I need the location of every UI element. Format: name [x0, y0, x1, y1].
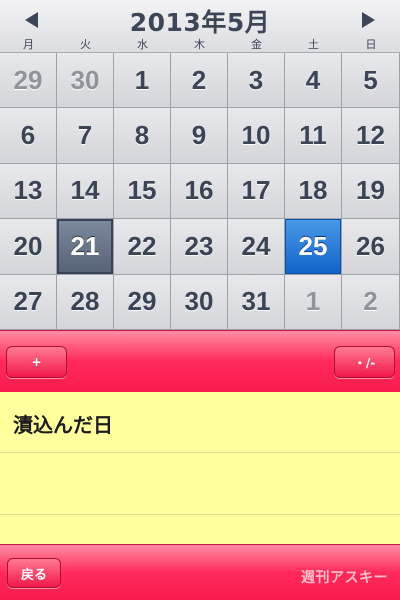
- calendar-day[interactable]: 29: [114, 274, 171, 330]
- calendar-day[interactable]: 7: [57, 108, 114, 164]
- calendar-day[interactable]: 1: [114, 53, 171, 109]
- calendar-day[interactable]: 2: [342, 274, 400, 330]
- weekday-label: 月: [23, 38, 34, 51]
- calendar-day[interactable]: 30: [171, 274, 228, 330]
- calendar-day[interactable]: 14: [57, 163, 114, 220]
- weekday-label: 水: [137, 38, 148, 51]
- calendar-day[interactable]: 12: [342, 108, 400, 164]
- weekday-label: 木: [194, 38, 205, 51]
- calendar-day[interactable]: 11: [285, 108, 342, 164]
- calendar-day[interactable]: 10: [228, 108, 285, 164]
- calendar-day[interactable]: 26: [342, 219, 400, 275]
- calendar-day[interactable]: 17: [228, 163, 285, 220]
- calendar-day[interactable]: 15: [114, 163, 171, 220]
- calendar-day[interactable]: 4: [285, 53, 342, 109]
- calendar-day[interactable]: 8: [114, 108, 171, 164]
- calendar-day[interactable]: 20: [0, 219, 57, 275]
- weekday-row: 月 火 水 木 金 土 日: [0, 38, 400, 52]
- edit-button[interactable]: ・/-: [334, 346, 395, 378]
- weekday-label: 金: [251, 38, 262, 51]
- weekday-label: 火: [80, 38, 91, 51]
- month-title: 2013年5月: [129, 8, 271, 37]
- calendar-day-today[interactable]: 21: [57, 219, 114, 275]
- calendar-day[interactable]: 19: [342, 163, 400, 220]
- calendar-grid: 29 30 1 2 3 4 5 6 7 8 9 10 11 12 13 14 1…: [0, 53, 400, 330]
- calendar-day[interactable]: 24: [228, 219, 285, 275]
- calendar-header: 2013年5月 月 火 水 木 金 土 日: [0, 0, 400, 53]
- watermark-logo: 週刊アスキー: [301, 570, 388, 586]
- calendar-day[interactable]: 2: [171, 53, 228, 109]
- calendar-day[interactable]: 3: [228, 53, 285, 109]
- back-button[interactable]: 戻る: [7, 558, 61, 588]
- calendar-day-selected[interactable]: 25: [285, 219, 342, 275]
- calendar-day[interactable]: 6: [0, 108, 57, 164]
- calendar-day[interactable]: 31: [228, 274, 285, 330]
- calendar-day[interactable]: 18: [285, 163, 342, 220]
- add-button[interactable]: +: [6, 346, 67, 378]
- calendar-day[interactable]: 16: [171, 163, 228, 220]
- top-toolbar: + ・/-: [0, 330, 400, 392]
- weekday-label: 日: [365, 38, 377, 51]
- calendar-day[interactable]: 1: [285, 274, 342, 330]
- calendar-day[interactable]: 23: [171, 219, 228, 275]
- note-text: 漬込んだ日: [13, 413, 113, 437]
- note-area[interactable]: 漬込んだ日: [0, 392, 400, 544]
- calendar-day[interactable]: 29: [0, 53, 57, 109]
- calendar-day[interactable]: 22: [114, 219, 171, 275]
- bottom-toolbar: 戻る 週刊アスキー: [0, 544, 400, 600]
- calendar-day[interactable]: 9: [171, 108, 228, 164]
- weekday-label: 土: [308, 38, 319, 51]
- calendar-day[interactable]: 13: [0, 163, 57, 220]
- calendar-day[interactable]: 30: [57, 53, 114, 109]
- calendar-day[interactable]: 27: [0, 274, 57, 330]
- calendar-day[interactable]: 28: [57, 274, 114, 330]
- app-screen: 2013年5月 月 火 水 木 金 土 日 29 30 1 2 3 4 5 6 …: [0, 0, 400, 600]
- calendar-day[interactable]: 5: [342, 53, 400, 109]
- next-month-arrow-icon[interactable]: [362, 12, 375, 28]
